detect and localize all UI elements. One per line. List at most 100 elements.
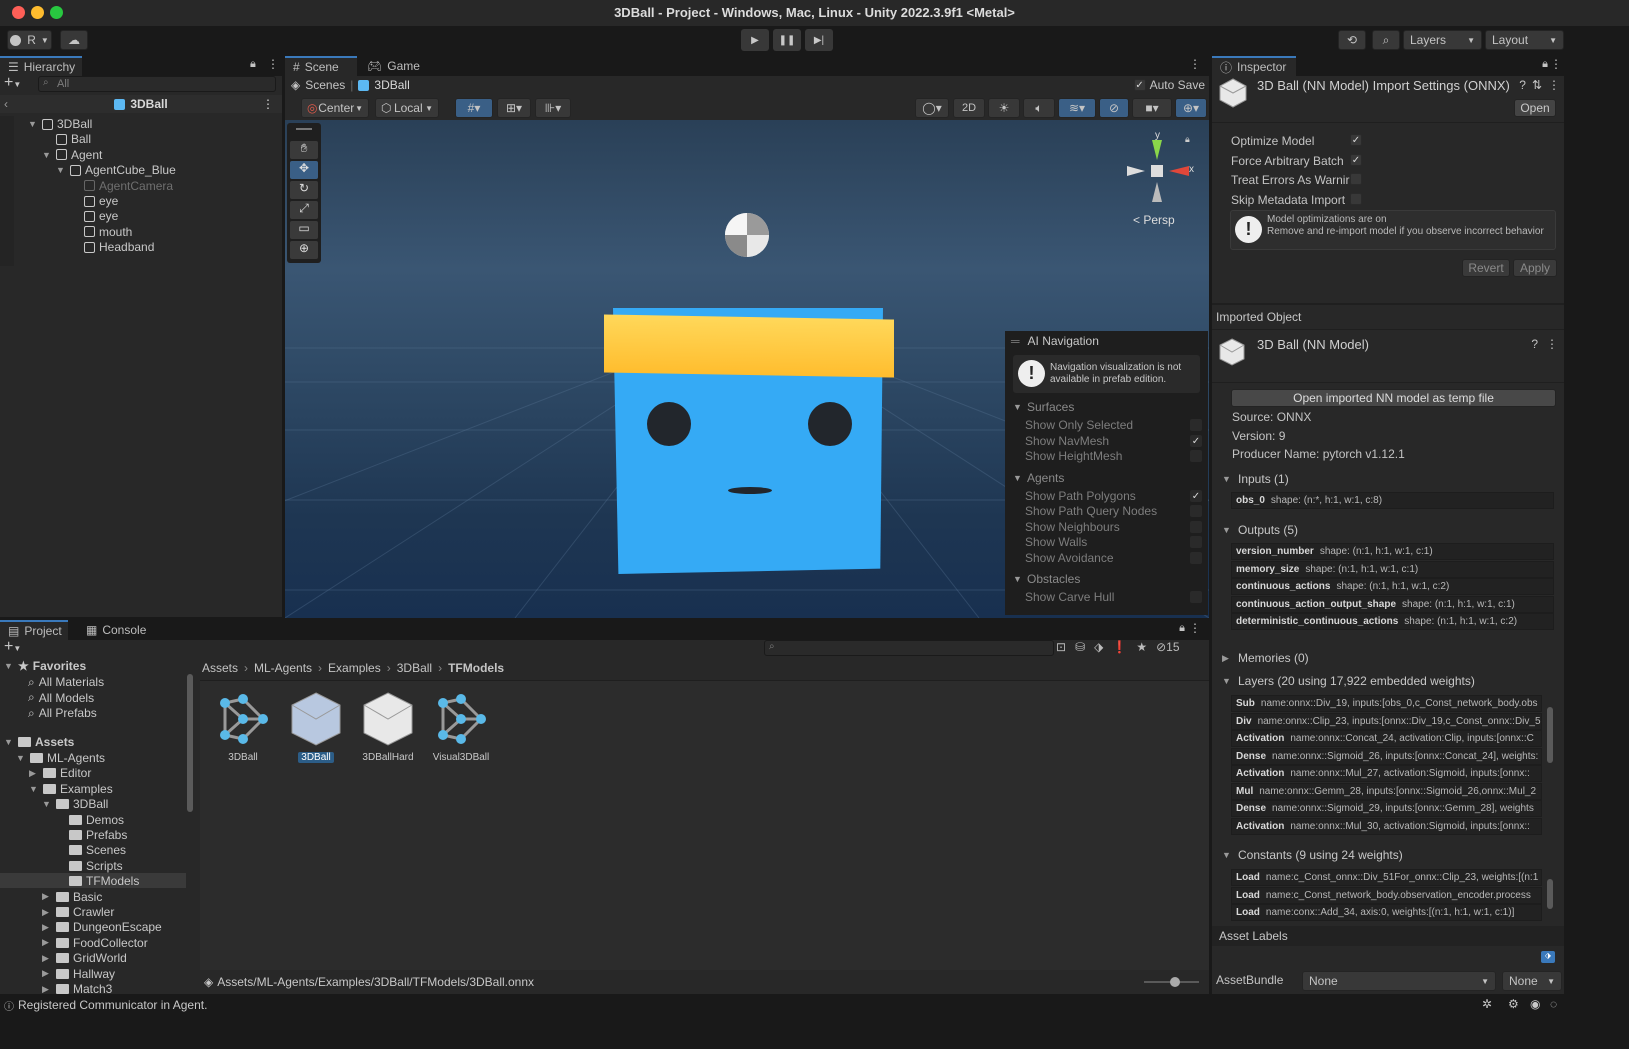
folder-item[interactable]: Demos [55,812,124,828]
account-dropdown[interactable]: R ▼ [7,30,52,50]
folder-item[interactable]: ▶ Crawler [42,904,114,920]
chevron-right-icon[interactable]: ▶ [42,907,52,918]
inputs-foldout[interactable]: ▼ Inputs (1) [1222,472,1289,486]
chevron-right-icon[interactable]: ▶ [42,937,52,948]
nav-option-checkbox[interactable]: ✓ [1190,489,1202,502]
tab-scene[interactable]: # Scene [285,56,357,76]
favorites-header[interactable]: ▼ ★ Favorites [4,658,86,674]
nav-option[interactable]: Show Walls [1025,534,1202,550]
transform-tool-icon[interactable]: ⊕ [290,241,318,259]
hierarchy-item[interactable]: Ball [42,131,91,147]
assets-header[interactable]: ▼ Assets [4,734,74,750]
model-detail-row[interactable]: Mul name:onnx::Gemm_28, inputs:[onnx::Sig… [1231,782,1542,800]
favorite-item[interactable]: ⌕ All Prefabs [28,705,97,721]
model-detail-row[interactable]: obs_0 shape: (n:*, h:1, w:1, c:8) [1231,492,1554,509]
breadcrumb-item[interactable]: ML-Agents [254,661,312,675]
nav-option[interactable]: Show Only Selected [1025,417,1202,433]
bug-icon[interactable]: ✲ [1482,997,1492,1011]
chevron-right-icon[interactable]: ▶ [42,968,52,979]
model-detail-row[interactable]: continuous_actions shape: (n:1, h:1, w:1,… [1231,578,1554,595]
import-option-checkbox[interactable] [1350,192,1362,205]
hierarchy-item[interactable]: Headband [70,239,154,255]
network-icon[interactable]: ⚙ [1508,997,1519,1011]
scale-tool-icon[interactable]: ⤢ [290,201,318,219]
breadcrumb-scenes[interactable]: Scenes [305,78,345,92]
nav-option-checkbox[interactable] [1190,419,1202,431]
agent-eye-right[interactable] [808,402,852,446]
folder-item[interactable]: ▼ Examples [29,781,113,797]
pivot-dropdown[interactable]: ◎ Center ▼ [301,98,369,118]
folder-item[interactable]: Scenes [55,842,126,858]
more-menu-icon[interactable]: ⋮ [1550,57,1562,71]
nav-option[interactable]: Show Carve Hull [1025,589,1202,605]
visibility-toggle[interactable]: ⊘ [1099,98,1129,118]
hierarchy-search-input[interactable]: ⌕ All [38,76,276,92]
nav-option-checkbox[interactable]: ✓ [1190,434,1202,447]
chevron-right-icon[interactable]: ▶ [42,953,52,964]
tree-scrollbar[interactable] [186,666,194,976]
open-temp-file-button[interactable]: Open imported NN model as temp file [1231,389,1556,407]
more-menu-icon[interactable]: ⋮ [1189,621,1201,635]
breadcrumb-item[interactable]: Assets [202,661,238,675]
history-button[interactable]: ⟲ [1338,30,1366,50]
hierarchy-item[interactable]: ▼ AgentCube_Blue [56,162,176,178]
nav-section-header[interactable]: ▼ Agents [1013,470,1064,486]
grid-snap-button[interactable]: #▾ [455,98,493,118]
tab-game[interactable]: 🎮︎ Game [359,56,421,76]
breadcrumb-item[interactable]: TFModels [448,661,504,675]
apply-button[interactable]: Apply [1513,259,1557,277]
drag-handle-icon[interactable]: ═ [1011,334,1020,348]
chevron-right-icon[interactable]: ▶ [29,768,39,779]
status-message[interactable]: Registered Communicator in Agent. [18,998,207,1012]
label-tag-icon[interactable]: ⬗ [1094,640,1103,654]
nav-option[interactable]: Show NavMesh ✓ [1025,433,1202,449]
chevron-down-icon[interactable]: ▼ [56,165,66,175]
hierarchy-item[interactable]: ▼ 3DBall [28,116,92,132]
open-button[interactable]: Open [1514,99,1556,117]
model-detail-row[interactable]: Activation name:onnx::Mul_27, activation:… [1231,765,1542,782]
lock-icon[interactable]: 🔒︎ [250,58,256,71]
tab-project[interactable]: ▤ Project [0,620,68,640]
asset-item[interactable]: Visual3DBall [426,691,496,763]
chevron-down-icon[interactable]: ▼ [42,150,52,160]
more-menu-icon[interactable]: ⋮ [1546,337,1558,351]
cloud-button[interactable]: ☁ [60,30,88,50]
model-detail-row[interactable]: Load name:conx::Add_34, axis:0, weights:[… [1231,904,1542,921]
model-detail-row[interactable]: Load name:c_Const_network_body.observatio… [1231,886,1542,904]
hierarchy-item[interactable]: AgentCamera [70,178,173,194]
warning-filter-icon[interactable]: ❗ [1112,640,1127,654]
effects-dropdown[interactable]: ≋▾ [1058,98,1096,118]
folder-item[interactable]: ▶ GridWorld [42,950,127,966]
folder-item[interactable]: ▼ 3DBall [42,796,108,812]
favorite-item[interactable]: ⌕ All Materials [28,674,104,690]
model-detail-row[interactable]: Dense name:onnx::Sigmoid_29, inputs:[onnx… [1231,800,1542,817]
model-detail-row[interactable]: Dense name:onnx::Sigmoid_26, inputs:[onnx… [1231,747,1542,765]
move-tool-icon[interactable]: ✥ [290,161,318,179]
audio-toggle[interactable]: 🔈︎ [1023,98,1055,118]
hierarchy-item[interactable]: eye [70,193,118,209]
more-menu-icon[interactable]: ⋮ [267,57,279,71]
folder-item[interactable]: ▶ Basic [42,889,102,905]
outputs-foldout[interactable]: ▼ Outputs (5) [1222,523,1298,537]
favorite-star-icon[interactable]: ★ [1136,640,1147,654]
model-detail-row[interactable]: memory_size shape: (n:1, h:1, w:1, c:1) [1231,560,1554,578]
hierarchy-item[interactable]: eye [70,208,118,224]
folder-item[interactable]: ▶ Editor [29,765,91,781]
camera-dropdown[interactable]: ■▾ [1132,98,1172,118]
more-menu-icon[interactable]: ⋮ [1548,78,1560,92]
filter-type-icon[interactable]: ⛁ [1075,640,1085,654]
model-detail-row[interactable]: Div name:onnx::Clip_23, inputs:[onnx::Div… [1231,712,1542,730]
nav-option[interactable]: Show Path Polygons ✓ [1025,488,1202,504]
layers-scrollbar[interactable] [1546,695,1554,833]
model-detail-row[interactable]: version_number shape: (n:1, h:1, w:1, c:1… [1231,543,1554,560]
hidden-packages-icon[interactable]: ⊘15 [1156,640,1179,654]
folder-item[interactable]: Prefabs [55,827,127,843]
revert-button[interactable]: Revert [1462,259,1510,277]
search-button[interactable]: ⌕ [1372,30,1400,50]
project-search-input[interactable]: ⌕ [764,640,1054,656]
nav-option-checkbox[interactable] [1190,551,1202,564]
ball-object[interactable] [725,213,769,257]
model-detail-row[interactable]: Sub name:onnx::Div_19, inputs:[obs_0,c_Co… [1231,695,1542,712]
assetbundle-variant-dropdown[interactable]: None ▼ [1502,971,1562,991]
toggle-2d-button[interactable]: 2D [953,98,985,118]
